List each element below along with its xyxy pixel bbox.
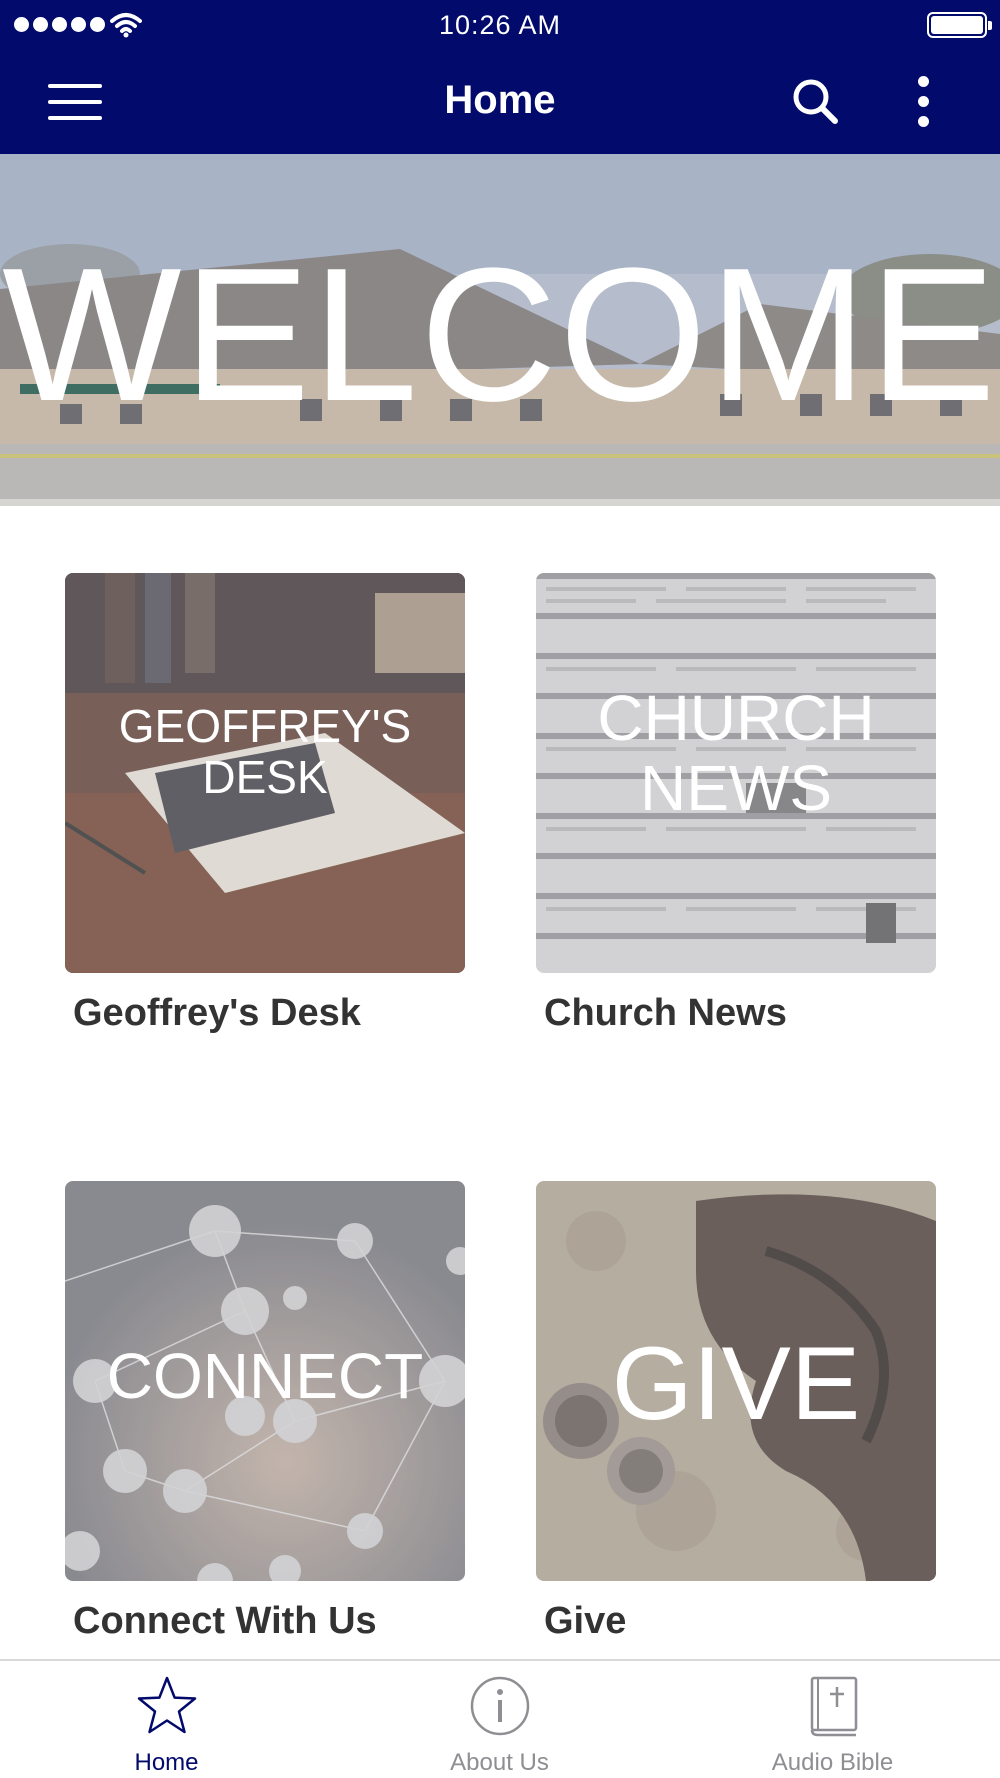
star-icon [137, 1676, 197, 1734]
tile-image-text: CONNECT [106, 1340, 424, 1412]
tile-image-text: CHURCH NEWS [597, 682, 875, 825]
geoffreys-desk-tile[interactable]: GEOFFREY'S DESK [65, 573, 465, 973]
battery-icon [927, 12, 992, 38]
bible-icon [810, 1676, 858, 1737]
tab-label: About Us [450, 1749, 549, 1776]
church-news-tile[interactable]: CHURCH NEWS [536, 573, 936, 973]
tab-label: Home [134, 1749, 199, 1776]
page-title: Home [444, 78, 556, 122]
connect-with-us-caption[interactable]: Connect With Us [73, 1600, 377, 1643]
top-navigation-bar: 10:26 AM Home [0, 0, 1000, 154]
church-news-caption[interactable]: Church News [544, 992, 787, 1035]
more-options-icon[interactable] [912, 76, 936, 128]
welcome-banner-text: WELCOME [2, 229, 998, 441]
tab-about-us[interactable]: About Us [333, 1661, 666, 1778]
bottom-tab-bar: Home About Us Audio Bible [0, 1659, 1000, 1778]
connect-tile[interactable]: CONNECT [65, 1181, 465, 1581]
status-time: 10:26 AM [438, 10, 562, 40]
search-icon[interactable] [790, 76, 840, 126]
give-tile[interactable]: GIVE [536, 1181, 936, 1581]
tab-home[interactable]: Home [0, 1661, 333, 1778]
tile-image-text: GEOFFREY'S DESK [118, 700, 412, 803]
give-caption[interactable]: Give [544, 1600, 626, 1643]
tab-label: Audio Bible [771, 1749, 894, 1776]
status-bar: 10:26 AM [0, 0, 1000, 50]
welcome-banner[interactable]: WELCOME [0, 154, 1000, 506]
tile-image-text: GIVE [611, 1326, 861, 1442]
info-icon [470, 1676, 530, 1736]
geoffreys-desk-caption[interactable]: Geoffrey's Desk [73, 992, 361, 1035]
tab-audio-bible[interactable]: Audio Bible [666, 1661, 999, 1778]
